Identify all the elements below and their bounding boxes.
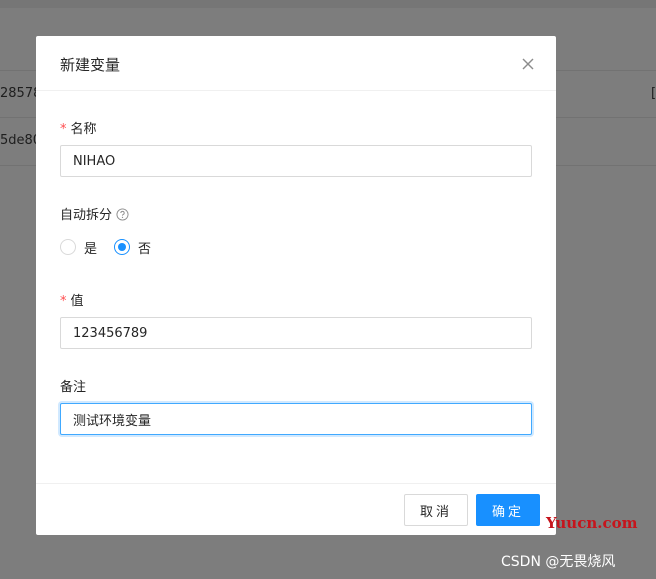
name-label-text: 名称 [70,122,97,137]
remark-input[interactable] [60,403,532,435]
radio-yes[interactable]: 是 [60,237,104,257]
required-mark: * [60,122,67,137]
value-label-text: 值 [70,294,84,309]
author-watermark: CSDN @无畏烧风 [501,554,616,570]
radio-no-label[interactable]: 否 [138,238,151,257]
radio-checked-dot [118,243,126,251]
auto-split-label-text: 自动拆分 [60,208,113,223]
required-mark: * [60,294,67,309]
question-circle-icon[interactable] [116,208,129,225]
modal-header: 新建变量 [36,36,556,91]
name-input[interactable] [60,145,532,177]
close-icon[interactable] [518,54,538,74]
radio-yes-circle[interactable] [60,239,76,255]
page-top-bar [0,0,656,8]
modal-footer: 取消 确定 [36,483,556,535]
value-input[interactable] [60,317,532,349]
auto-split-label: 自动拆分 [60,204,129,225]
radio-no[interactable]: 否 [114,237,158,257]
table-cell-edge: [ [651,86,656,101]
cancel-button[interactable]: 取消 [404,494,468,526]
radio-yes-label[interactable]: 是 [84,238,97,257]
name-label: * 名称 [60,118,97,137]
ok-button[interactable]: 确定 [476,494,540,526]
value-label: * 值 [60,290,84,309]
modal-title: 新建变量 [60,56,121,74]
new-variable-modal: 新建变量 *名称 自动拆分 是 否 *值 [36,36,556,535]
remark-label-text: 备注 [60,380,87,395]
remark-label: 备注 [60,376,86,395]
site-watermark: Yuucn.com [546,514,638,532]
close-button[interactable] [518,54,538,74]
radio-no-circle[interactable] [114,239,130,255]
